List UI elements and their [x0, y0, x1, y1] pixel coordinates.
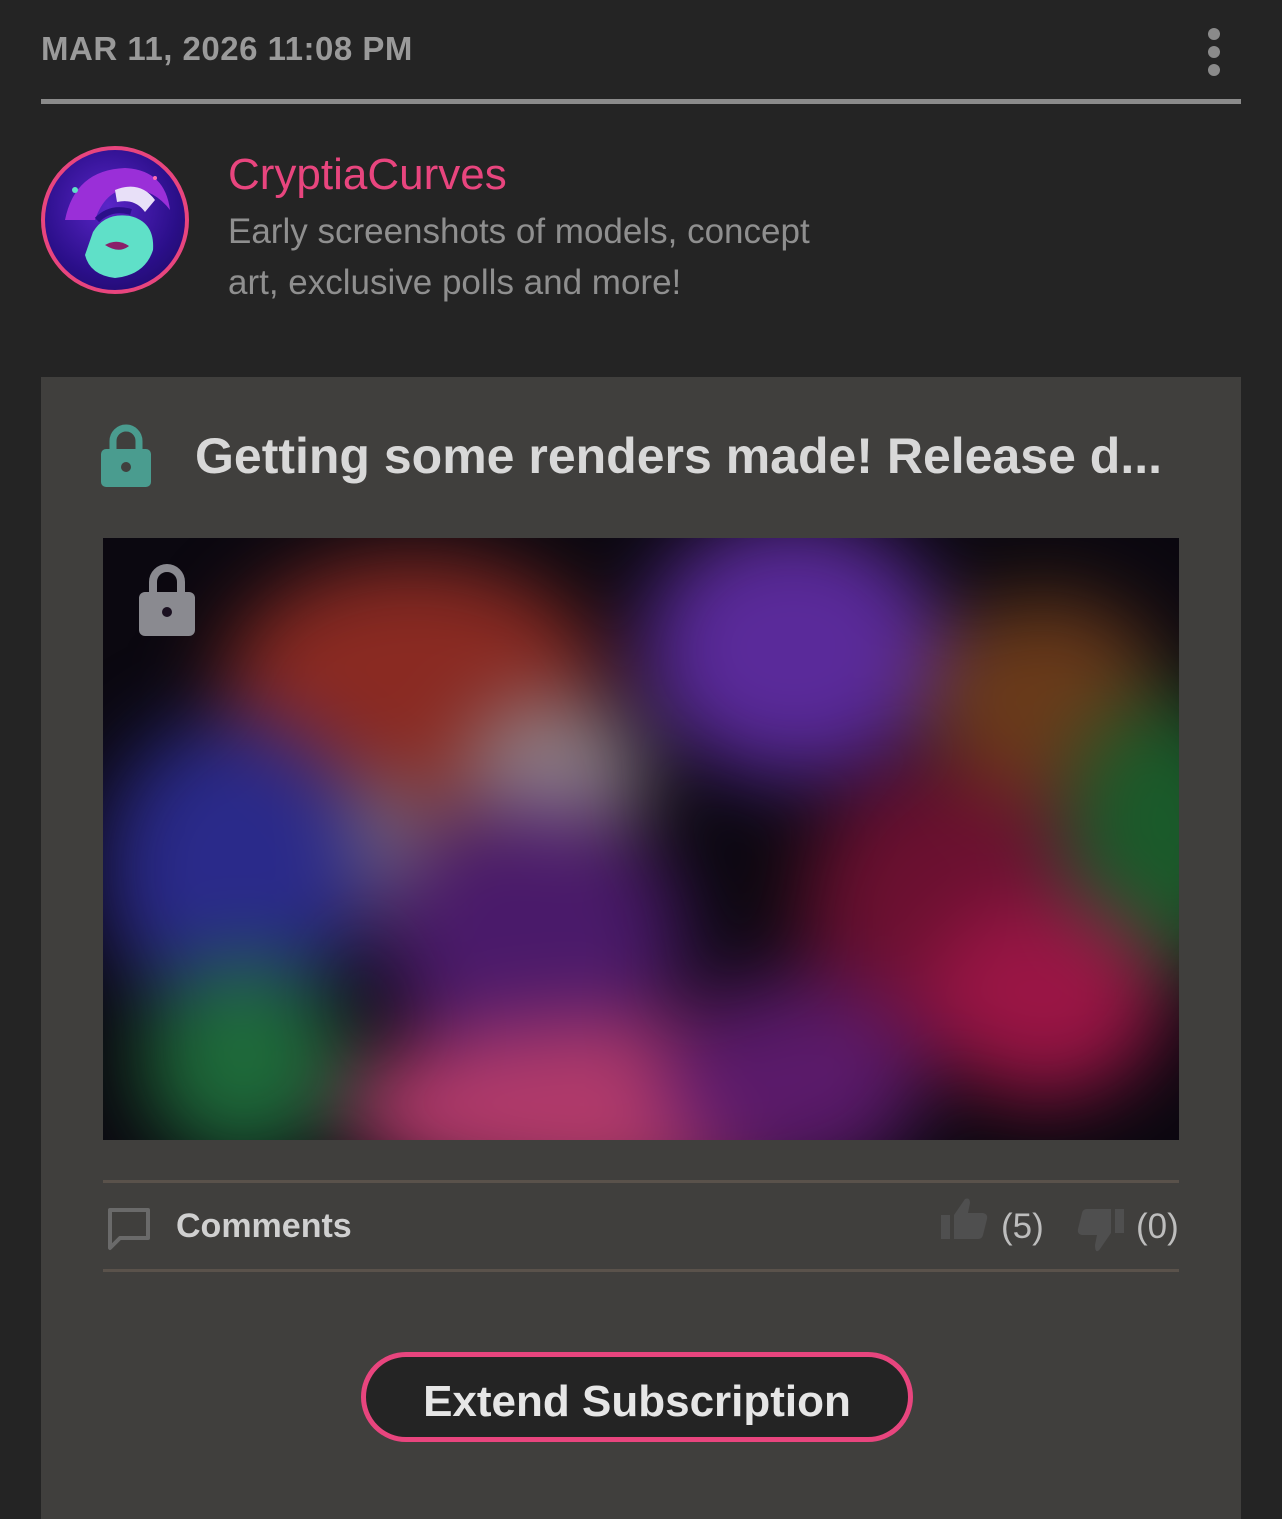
post-title[interactable]: Getting some renders made! Release d... — [195, 427, 1185, 485]
post-actions-bar: Comments (5) (0) — [103, 1180, 1179, 1272]
dislike-count: (0) — [1136, 1207, 1179, 1246]
lock-icon — [139, 564, 195, 636]
post-header: MAR 11, 2026 11:08 PM — [41, 0, 1241, 102]
comments-link[interactable]: Comments — [176, 1207, 352, 1246]
thumbs-down-icon[interactable] — [1076, 1209, 1124, 1257]
tier-description: Early screenshots of models, concept art… — [228, 212, 810, 302]
header-divider — [41, 99, 1241, 104]
lock-icon — [101, 424, 151, 487]
avatar-art — [65, 168, 170, 278]
like-count: (5) — [1001, 1207, 1044, 1246]
comment-icon[interactable] — [107, 1207, 151, 1251]
post-timestamp: MAR 11, 2026 11:08 PM — [41, 30, 413, 67]
thumbs-up-icon[interactable] — [941, 1195, 989, 1243]
post-card: Getting some renders made! Release d... — [41, 377, 1241, 1519]
locked-media-preview[interactable] — [103, 538, 1179, 1140]
extend-subscription-button[interactable]: Extend Subscription — [361, 1352, 913, 1442]
creator-avatar[interactable] — [41, 146, 189, 294]
creator-name[interactable]: CryptiaCurves — [228, 150, 507, 200]
blurred-image — [103, 538, 1179, 1140]
creator-info: CryptiaCurves Early screenshots of model… — [41, 146, 1241, 366]
post-page: MAR 11, 2026 11:08 PM CryptiaCurves Earl… — [0, 0, 1282, 1519]
more-options-icon[interactable] — [1202, 28, 1226, 76]
